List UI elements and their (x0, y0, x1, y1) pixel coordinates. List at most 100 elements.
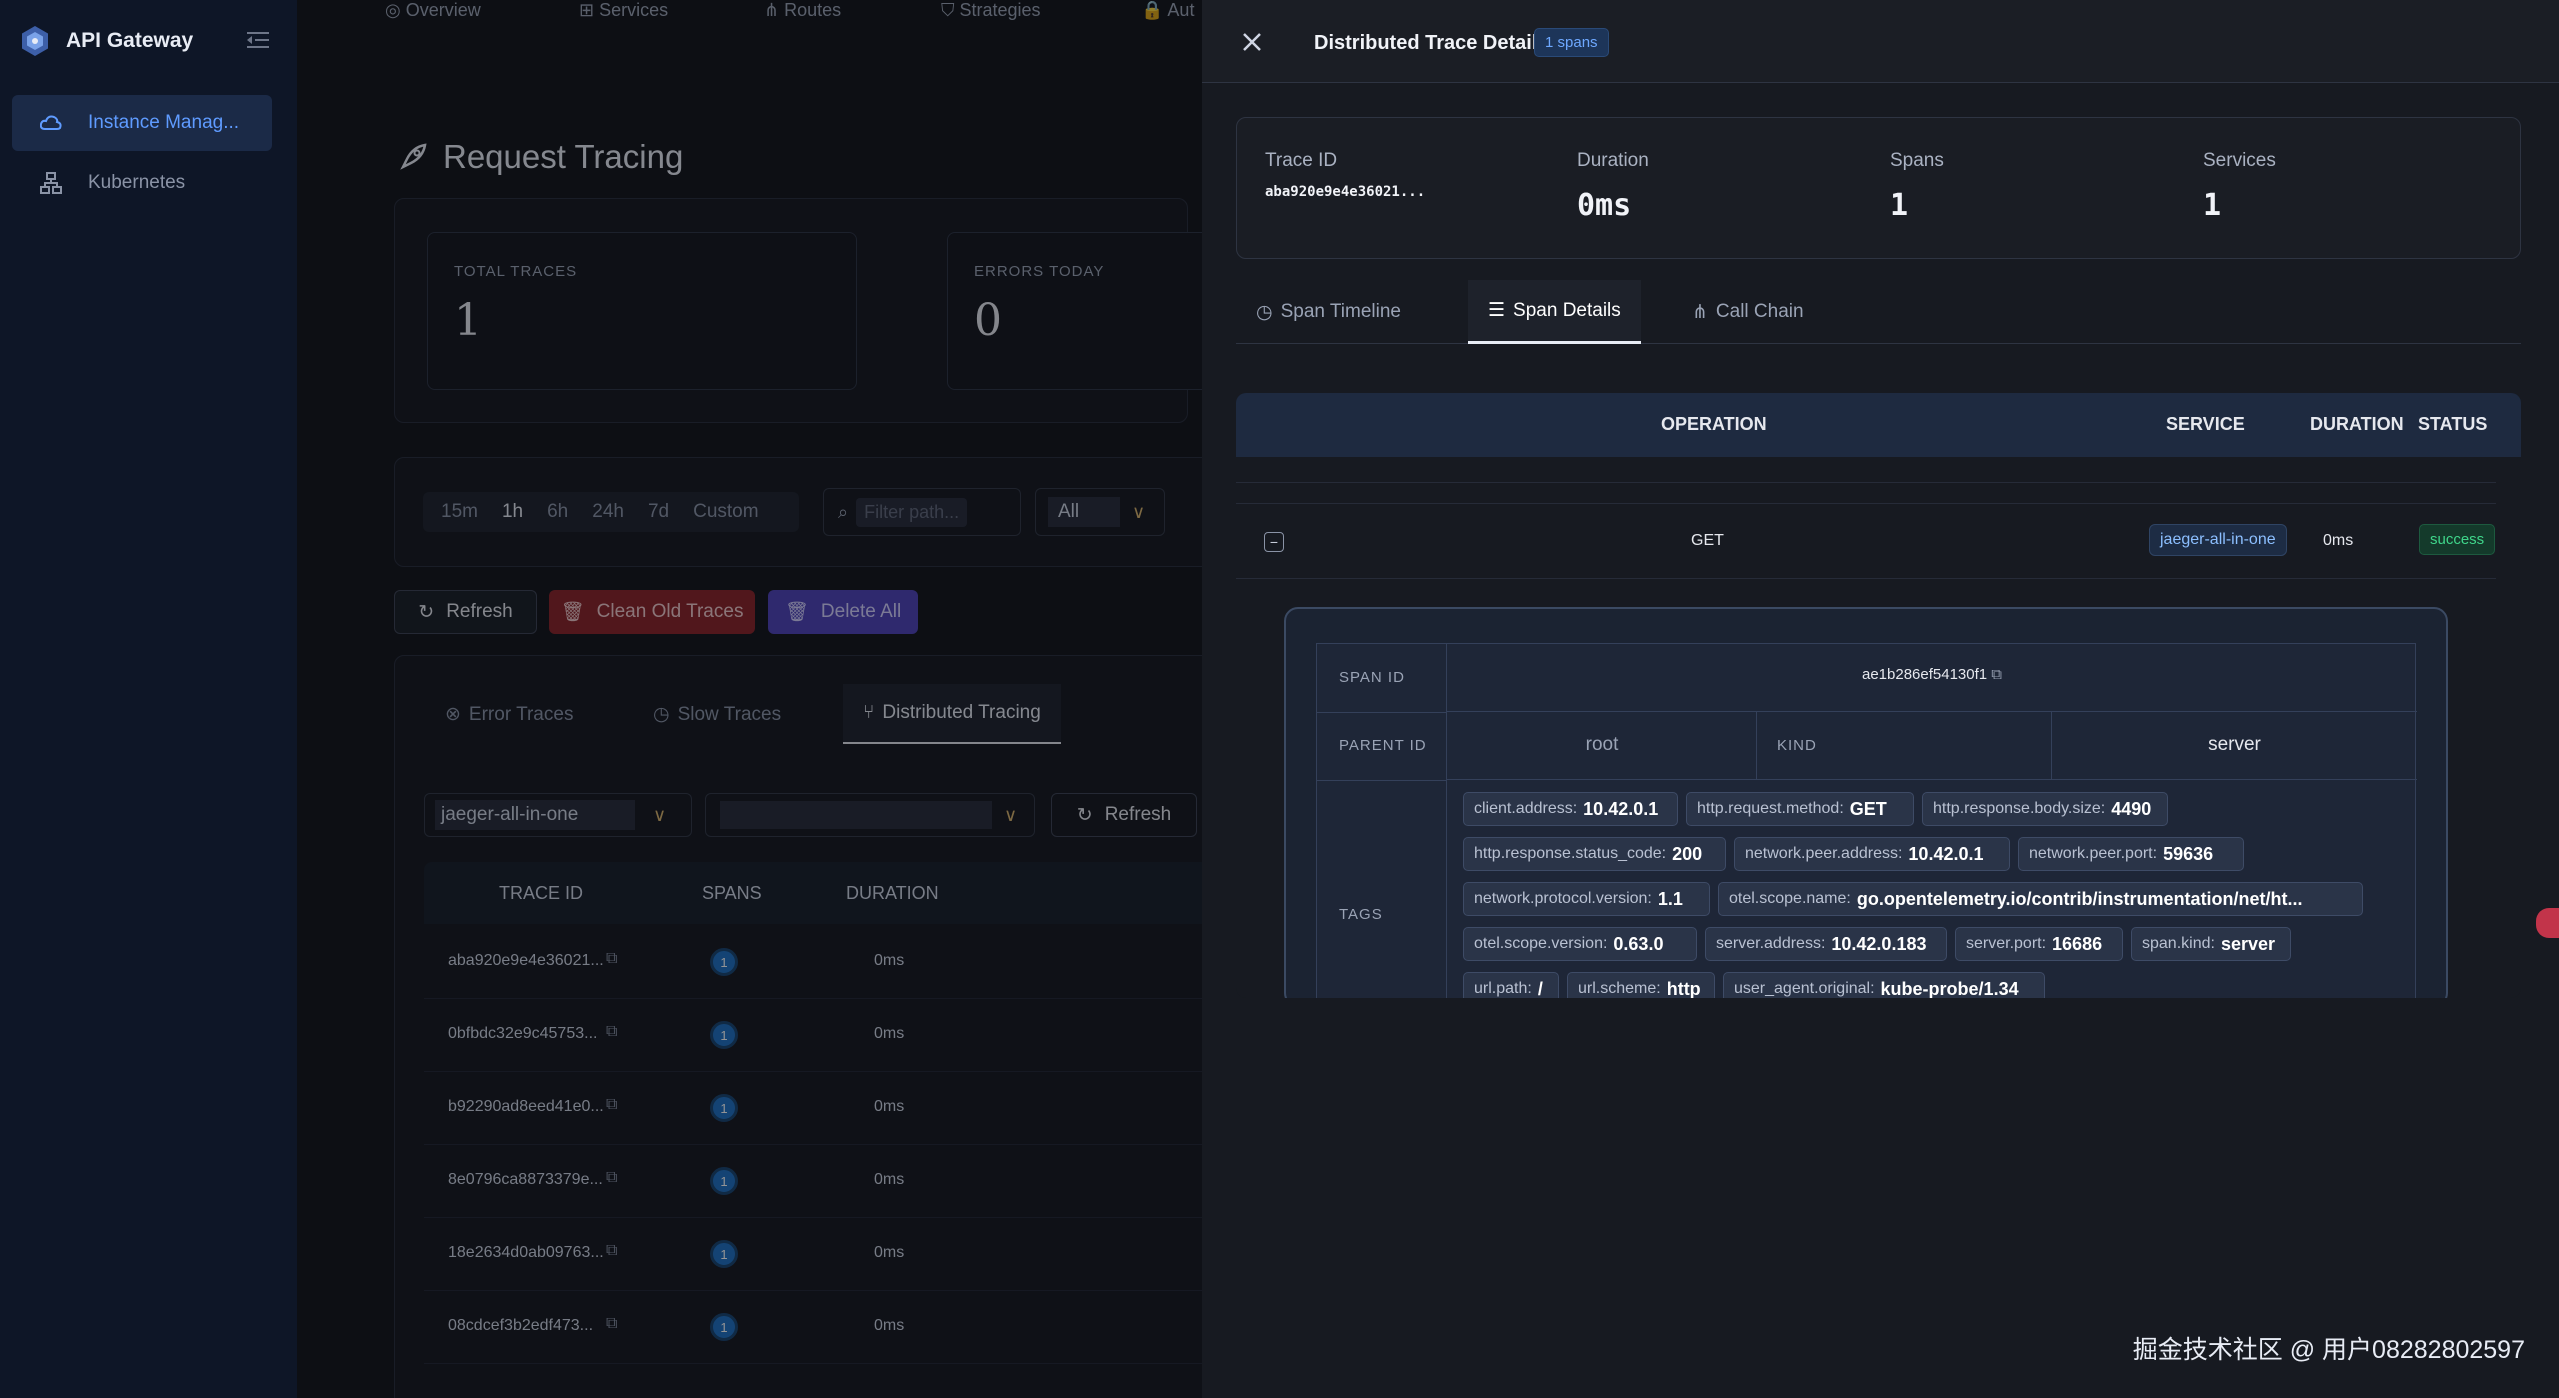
col-service: SERVICE (2166, 414, 2245, 434)
table-row[interactable]: 08cdcef3b2edf473... ⧉ 1 0ms (424, 1291, 1202, 1364)
col-spans: SPANS (702, 883, 762, 903)
copy-icon[interactable]: ⧉ (606, 1096, 617, 1114)
tab-slow-traces[interactable]: ◷ Slow Traces (653, 703, 781, 726)
range-7d[interactable]: 7d (636, 501, 681, 523)
range-6h[interactable]: 6h (535, 501, 580, 523)
chevron-down-icon: ∨ (653, 804, 667, 825)
tag-chip: user_agent.original: kube-probe/1.34 (1723, 972, 2045, 998)
duration-cell: 0ms (874, 1171, 905, 1188)
col-trace-id: TRACE ID (499, 883, 584, 903)
col-duration: DURATION (846, 883, 939, 903)
span-count-badge: 1 (710, 1021, 738, 1049)
topnav-overview[interactable]: ◎ Overview (385, 0, 481, 21)
span-id-label: SPAN ID (1339, 669, 1405, 686)
drawer-title: Distributed Trace Details (1314, 32, 1549, 54)
table-row[interactable]: 0bfbdc32e9c45753... ⧉ 1 0ms (424, 999, 1202, 1072)
sidebar-item-kubernetes[interactable]: Kubernetes (12, 155, 272, 211)
span-count-badge: 1 (710, 1240, 738, 1268)
stat-value: 1 (454, 295, 482, 346)
time-range-selector[interactable]: 15m 1h 6h 24h 7d Custom (423, 492, 799, 532)
sidebar-item-label: Instance Manag... (88, 112, 240, 133)
sidebar-item-instance-management[interactable]: Instance Manag... (12, 95, 272, 151)
topnav-services[interactable]: ⊞ Services (579, 0, 668, 21)
stat-card-errors: ERRORS TODAY 0 (947, 232, 1202, 390)
duration-value: 0ms (1577, 188, 1632, 223)
tab-distributed-tracing[interactable]: ⑂ Distributed Tracing (843, 684, 1061, 744)
status-select[interactable]: All ∨ (1035, 488, 1165, 536)
clock-icon: ◷ (653, 704, 670, 725)
col-status: STATUS (2418, 414, 2488, 434)
duration-cell: 0ms (874, 1317, 905, 1334)
filter-path-input[interactable]: Filter path... (856, 497, 968, 527)
services-label: Services (2203, 150, 2276, 171)
span-id-value: ae1b286ef54130f1 ⧉ (1861, 666, 2003, 683)
clean-old-traces-button[interactable]: 🗑 Clean Old Traces (549, 590, 755, 634)
span-count-badge: 1 (710, 1094, 738, 1122)
trace-id-cell: aba920e9e4e36021... (448, 952, 604, 969)
menu-collapse-icon[interactable] (247, 30, 269, 50)
copy-icon[interactable]: ⧉ (606, 1242, 617, 1260)
refresh-traces-button[interactable]: ↻ Refresh (1051, 793, 1197, 837)
range-1h[interactable]: 1h (490, 501, 535, 523)
copy-icon[interactable]: ⧉ (606, 950, 617, 968)
table-row[interactable]: aba920e9e4e36021... ⧉ 1 0ms (424, 926, 1202, 999)
trace-id-cell: 8e0796ca8873379e... (448, 1171, 603, 1188)
topnav-strategies[interactable]: ⛉ Strategies (941, 0, 1041, 21)
spans-count-badge: 1 spans (1534, 28, 1609, 57)
tag-chip: server.port: 16686 (1955, 927, 2123, 961)
service-select-value: jaeger-all-in-one (435, 800, 635, 830)
tag-chip: network.peer.address: 10.42.0.1 (1734, 837, 2010, 871)
refresh-button[interactable]: ↻ Refresh (394, 590, 537, 634)
service-select[interactable]: jaeger-all-in-one ∨ (424, 793, 692, 837)
tab-error-traces[interactable]: ⊗ Error Traces (445, 703, 573, 726)
range-24h[interactable]: 24h (580, 501, 636, 523)
close-icon[interactable] (1242, 32, 1262, 52)
span-detail-card: SPAN ID ae1b286ef54130f1 ⧉ PARENT ID roo… (1284, 607, 2448, 998)
trace-id-cell: 08cdcef3b2edf473... (448, 1317, 594, 1334)
spans-value: 1 (1890, 188, 1909, 223)
tag-chip: otel.scope.version: 0.63.0 (1463, 927, 1697, 961)
logo-icon (22, 26, 48, 56)
trace-details-drawer: Distributed Trace Details 1 spans Trace … (1202, 0, 2559, 1398)
watermark: 掘金技术社区 @ 用户08282802597 (2132, 1336, 2525, 1364)
range-custom[interactable]: Custom (681, 501, 770, 523)
tag-chip: client.address: 10.42.0.1 (1463, 792, 1678, 826)
tag-chip: network.peer.port: 59636 (2018, 837, 2244, 871)
tab-span-timeline[interactable]: ◷ Span Timeline (1236, 280, 1421, 344)
tag-chip: server.address: 10.42.0.183 (1705, 927, 1947, 961)
trace-id-label: Trace ID (1265, 150, 1338, 171)
operation-select[interactable]: ∨ (705, 793, 1035, 837)
table-row[interactable]: 18e2634d0ab09763... ⧉ 1 0ms (424, 1218, 1202, 1291)
table-spacer (1236, 457, 2496, 483)
refresh-icon: ↻ (418, 601, 435, 623)
tag-chip: http.response.status_code: 200 (1463, 837, 1726, 871)
floating-toggle-icon[interactable] (2536, 908, 2559, 938)
tag-chip: url.scheme: http (1567, 972, 1715, 998)
status-select-value: All (1048, 497, 1120, 527)
col-operation: OPERATION (1661, 414, 1767, 434)
range-15m[interactable]: 15m (429, 501, 490, 523)
topnav-routes[interactable]: ⋔ Routes (764, 0, 841, 21)
copy-icon[interactable]: ⧉ (1991, 666, 2002, 683)
tab-call-chain[interactable]: ⋔ Call Chain (1672, 280, 1824, 344)
span-row[interactable]: − GET jaeger-all-in-one 0ms success (1236, 503, 2496, 579)
filter-path-field[interactable]: ⌕ Filter path... (823, 488, 1021, 536)
tag-chip: http.response.body.size: 4490 (1922, 792, 2168, 826)
tab-span-details[interactable]: ☰ Span Details (1468, 280, 1641, 344)
tag-chip: url.path: / (1463, 972, 1559, 998)
collapse-row-icon[interactable]: − (1264, 532, 1284, 552)
tag-chip: network.protocol.version: 1.1 (1463, 882, 1710, 916)
cloud-icon (38, 110, 64, 136)
main-content: ◎ Overview ⊞ Services ⋔ Routes ⛉ Strateg… (297, 0, 1202, 1398)
clock-icon: ◷ (1256, 301, 1273, 323)
cluster-icon (38, 170, 64, 196)
table-row[interactable]: 8e0796ca8873379e... ⧉ 1 0ms (424, 1145, 1202, 1218)
table-row[interactable]: b92290ad8eed41e0... ⧉ 1 0ms (424, 1072, 1202, 1145)
topnav-auth[interactable]: 🔒 Aut (1141, 0, 1194, 21)
copy-icon[interactable]: ⧉ (606, 1315, 617, 1333)
copy-icon[interactable]: ⧉ (606, 1169, 617, 1187)
delete-all-button[interactable]: 🗑 Delete All (768, 590, 918, 634)
duration-cell: 0ms (874, 1098, 905, 1115)
trace-id-value: aba920e9e4e36021... (1265, 184, 1426, 200)
copy-icon[interactable]: ⧉ (606, 1023, 617, 1041)
